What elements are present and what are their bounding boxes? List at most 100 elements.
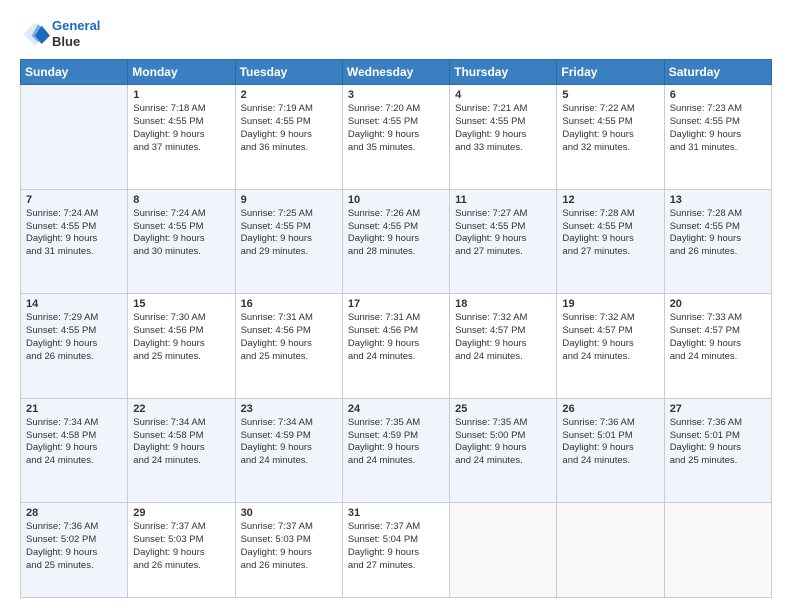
- day-number: 10: [348, 194, 444, 206]
- day-number: 12: [562, 194, 658, 206]
- day-number: 5: [562, 89, 658, 101]
- calendar-week-row: 21 Sunrise: 7:34 AMSunset: 4:58 PMDayligh…: [21, 398, 772, 503]
- calendar-cell: [450, 503, 557, 598]
- calendar-header-friday: Friday: [557, 60, 664, 85]
- day-number: 14: [26, 298, 122, 310]
- day-number: 7: [26, 194, 122, 206]
- header: General Blue: [20, 18, 772, 49]
- calendar-header-sunday: Sunday: [21, 60, 128, 85]
- day-info: Sunrise: 7:18 AMSunset: 4:55 PMDaylight:…: [133, 103, 229, 154]
- day-number: 24: [348, 403, 444, 415]
- calendar-header-monday: Monday: [128, 60, 235, 85]
- day-info: Sunrise: 7:24 AMSunset: 4:55 PMDaylight:…: [26, 208, 122, 259]
- calendar-header-row: SundayMondayTuesdayWednesdayThursdayFrid…: [21, 60, 772, 85]
- day-number: 19: [562, 298, 658, 310]
- calendar-cell: 25Sunrise: 7:35 AMSunset: 5:00 PMDayligh…: [450, 398, 557, 503]
- day-number: 29: [133, 507, 229, 519]
- day-number: 13: [670, 194, 766, 206]
- day-number: 31: [348, 507, 444, 519]
- day-info: Sunrise: 7:34 AMSunset: 4:59 PMDaylight:…: [241, 417, 337, 468]
- calendar-cell: [21, 85, 128, 190]
- calendar-cell: 4 Sunrise: 7:21 AMSunset: 4:55 PMDaylight…: [450, 85, 557, 190]
- calendar-cell: 8 Sunrise: 7:24 AMSunset: 4:55 PMDaylight…: [128, 189, 235, 294]
- calendar-cell: 17 Sunrise: 7:31 AMSunset: 4:56 PMDayligh…: [342, 294, 449, 399]
- calendar-cell: 5 Sunrise: 7:22 AMSunset: 4:55 PMDaylight…: [557, 85, 664, 190]
- calendar-cell: 16 Sunrise: 7:31 AMSunset: 4:56 PMDayligh…: [235, 294, 342, 399]
- calendar-header-thursday: Thursday: [450, 60, 557, 85]
- calendar-header-wednesday: Wednesday: [342, 60, 449, 85]
- day-info: Sunrise: 7:34 AMSunset: 4:58 PMDaylight:…: [133, 417, 229, 468]
- calendar-cell: 21Sunrise: 7:34 AMSunset: 4:58 PMDayligh…: [21, 398, 128, 503]
- day-number: 23: [241, 403, 337, 415]
- day-number: 27: [670, 403, 766, 415]
- day-number: 4: [455, 89, 551, 101]
- day-number: 22: [133, 403, 229, 415]
- calendar-cell: 13Sunrise: 7:28 AMSunset: 4:55 PMDayligh…: [664, 189, 771, 294]
- calendar-cell: 9Sunrise: 7:25 AMSunset: 4:55 PMDaylight…: [235, 189, 342, 294]
- calendar-cell: 7 Sunrise: 7:24 AMSunset: 4:55 PMDaylight…: [21, 189, 128, 294]
- day-info: Sunrise: 7:29 AMSunset: 4:55 PMDaylight:…: [26, 312, 122, 363]
- day-number: 30: [241, 507, 337, 519]
- calendar-week-row: 14 Sunrise: 7:29 AMSunset: 4:55 PMDayligh…: [21, 294, 772, 399]
- day-number: 18: [455, 298, 551, 310]
- day-number: 21: [26, 403, 122, 415]
- calendar-week-row: 1 Sunrise: 7:18 AMSunset: 4:55 PMDaylight…: [21, 85, 772, 190]
- day-info: Sunrise: 7:36 AMSunset: 5:01 PMDaylight:…: [562, 417, 658, 468]
- calendar-week-row: 28 Sunrise: 7:36 AMSunset: 5:02 PMDayligh…: [21, 503, 772, 598]
- calendar-cell: 11 Sunrise: 7:27 AMSunset: 4:55 PMDayligh…: [450, 189, 557, 294]
- day-info: Sunrise: 7:30 AMSunset: 4:56 PMDaylight:…: [133, 312, 229, 363]
- day-info: Sunrise: 7:31 AMSunset: 4:56 PMDaylight:…: [241, 312, 337, 363]
- calendar-table: SundayMondayTuesdayWednesdayThursdayFrid…: [20, 59, 772, 598]
- day-number: 16: [241, 298, 337, 310]
- day-info: Sunrise: 7:33 AMSunset: 4:57 PMDaylight:…: [670, 312, 766, 363]
- day-info: Sunrise: 7:37 AMSunset: 5:03 PMDaylight:…: [241, 521, 337, 572]
- calendar-cell: 1 Sunrise: 7:18 AMSunset: 4:55 PMDaylight…: [128, 85, 235, 190]
- calendar-cell: 18 Sunrise: 7:32 AMSunset: 4:57 PMDayligh…: [450, 294, 557, 399]
- day-number: 26: [562, 403, 658, 415]
- day-info: Sunrise: 7:23 AMSunset: 4:55 PMDaylight:…: [670, 103, 766, 154]
- calendar-cell: 19Sunrise: 7:32 AMSunset: 4:57 PMDayligh…: [557, 294, 664, 399]
- day-number: 17: [348, 298, 444, 310]
- calendar-cell: 28 Sunrise: 7:36 AMSunset: 5:02 PMDayligh…: [21, 503, 128, 598]
- calendar-cell: 29Sunrise: 7:37 AMSunset: 5:03 PMDayligh…: [128, 503, 235, 598]
- calendar-cell: 23 Sunrise: 7:34 AMSunset: 4:59 PMDayligh…: [235, 398, 342, 503]
- calendar-cell: 6 Sunrise: 7:23 AMSunset: 4:55 PMDaylight…: [664, 85, 771, 190]
- calendar-cell: 10Sunrise: 7:26 AMSunset: 4:55 PMDayligh…: [342, 189, 449, 294]
- day-number: 1: [133, 89, 229, 101]
- calendar-week-row: 7 Sunrise: 7:24 AMSunset: 4:55 PMDaylight…: [21, 189, 772, 294]
- page: General Blue SundayMondayTuesdayWednesda…: [0, 0, 792, 612]
- logo-text: General Blue: [52, 18, 100, 49]
- day-number: 11: [455, 194, 551, 206]
- day-info: Sunrise: 7:35 AMSunset: 4:59 PMDaylight:…: [348, 417, 444, 468]
- day-info: Sunrise: 7:20 AMSunset: 4:55 PMDaylight:…: [348, 103, 444, 154]
- day-info: Sunrise: 7:24 AMSunset: 4:55 PMDaylight:…: [133, 208, 229, 259]
- day-number: 6: [670, 89, 766, 101]
- calendar-cell: 20Sunrise: 7:33 AMSunset: 4:57 PMDayligh…: [664, 294, 771, 399]
- day-info: Sunrise: 7:25 AMSunset: 4:55 PMDaylight:…: [241, 208, 337, 259]
- calendar-cell: 15 Sunrise: 7:30 AMSunset: 4:56 PMDayligh…: [128, 294, 235, 399]
- calendar-cell: 12 Sunrise: 7:28 AMSunset: 4:55 PMDayligh…: [557, 189, 664, 294]
- logo: General Blue: [20, 18, 100, 49]
- day-number: 15: [133, 298, 229, 310]
- calendar-cell: 14 Sunrise: 7:29 AMSunset: 4:55 PMDayligh…: [21, 294, 128, 399]
- calendar-cell: 30 Sunrise: 7:37 AMSunset: 5:03 PMDayligh…: [235, 503, 342, 598]
- calendar-header-saturday: Saturday: [664, 60, 771, 85]
- day-info: Sunrise: 7:31 AMSunset: 4:56 PMDaylight:…: [348, 312, 444, 363]
- day-info: Sunrise: 7:28 AMSunset: 4:55 PMDaylight:…: [562, 208, 658, 259]
- day-info: Sunrise: 7:22 AMSunset: 4:55 PMDaylight:…: [562, 103, 658, 154]
- day-number: 8: [133, 194, 229, 206]
- calendar-cell: 24 Sunrise: 7:35 AMSunset: 4:59 PMDayligh…: [342, 398, 449, 503]
- day-info: Sunrise: 7:19 AMSunset: 4:55 PMDaylight:…: [241, 103, 337, 154]
- day-number: 2: [241, 89, 337, 101]
- day-info: Sunrise: 7:32 AMSunset: 4:57 PMDaylight:…: [455, 312, 551, 363]
- day-info: Sunrise: 7:27 AMSunset: 4:55 PMDaylight:…: [455, 208, 551, 259]
- day-info: Sunrise: 7:21 AMSunset: 4:55 PMDaylight:…: [455, 103, 551, 154]
- calendar-header-tuesday: Tuesday: [235, 60, 342, 85]
- logo-icon: [20, 19, 50, 49]
- day-number: 28: [26, 507, 122, 519]
- day-number: 3: [348, 89, 444, 101]
- calendar-cell: 31 Sunrise: 7:37 AMSunset: 5:04 PMDayligh…: [342, 503, 449, 598]
- day-info: Sunrise: 7:37 AMSunset: 5:04 PMDaylight:…: [348, 521, 444, 572]
- day-info: Sunrise: 7:36 AMSunset: 5:02 PMDaylight:…: [26, 521, 122, 572]
- calendar-cell: 26 Sunrise: 7:36 AMSunset: 5:01 PMDayligh…: [557, 398, 664, 503]
